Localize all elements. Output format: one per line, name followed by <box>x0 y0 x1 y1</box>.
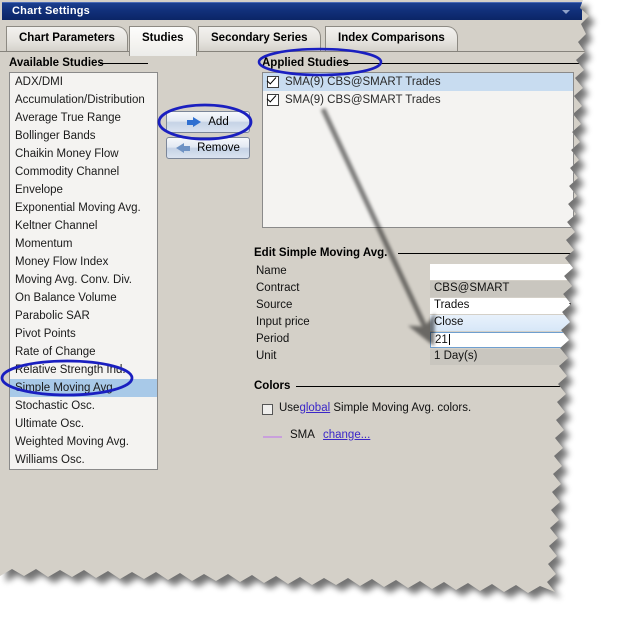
available-study-item[interactable]: Money Flow Index <box>10 253 157 271</box>
tab-bar: Chart Parameters Studies Secondary Serie… <box>0 22 590 52</box>
available-study-item[interactable]: Keltner Channel <box>10 217 157 235</box>
arrow-right-icon <box>187 117 201 128</box>
use-global-colors-checkbox[interactable] <box>262 404 273 415</box>
field-label-name: Name <box>256 265 287 277</box>
field-value-period[interactable]: 21 <box>430 332 582 348</box>
chevron-down-icon[interactable] <box>569 320 579 326</box>
window-title-bar: Chart Settings <box>2 2 582 20</box>
available-studies-label: Available Studies <box>9 57 104 69</box>
use-global-prefix: Use <box>279 402 300 414</box>
field-value-unit[interactable]: 1 Day(s) <box>430 349 582 365</box>
available-study-item[interactable]: Simple Moving Avg. <box>10 379 157 397</box>
available-study-item[interactable]: Relative Strength Ind. <box>10 361 157 379</box>
applied-study-item[interactable]: SMA(9) CBS@SMART Trades <box>263 73 573 91</box>
field-text: CBS@SMART <box>434 282 510 294</box>
applied-study-item[interactable]: SMA(9) CBS@SMART Trades <box>263 91 573 109</box>
applied-studies-rule <box>345 63 585 64</box>
available-study-item[interactable]: On Balance Volume <box>10 289 157 307</box>
add-button-label: Add <box>208 116 229 128</box>
available-study-item[interactable]: Envelope <box>10 181 157 199</box>
applied-studies-list[interactable]: SMA(9) CBS@SMART Trades SMA(9) CBS@SMART … <box>262 72 574 228</box>
available-study-item[interactable]: Momentum <box>10 235 157 253</box>
colors-label: Colors <box>254 380 291 392</box>
available-study-item[interactable]: Ultimate Osc. <box>10 415 157 433</box>
tab-strip-divider <box>0 51 588 52</box>
field-text: 21 <box>435 334 448 346</box>
field-label-input-price: Input price <box>256 316 310 328</box>
remove-button[interactable]: Remove <box>166 137 250 159</box>
field-label-contract: Contract <box>256 282 300 294</box>
use-global-colors-label: Useglobal Simple Moving Avg. colors. <box>279 402 471 414</box>
colors-rule <box>296 386 582 387</box>
edit-panel-label: Edit Simple Moving Avg. <box>254 247 388 259</box>
tab-chart-parameters[interactable]: Chart Parameters <box>6 26 128 52</box>
available-study-item[interactable]: Rate of Change <box>10 343 157 361</box>
field-label-source: Source <box>256 299 293 311</box>
available-study-item[interactable]: Stochastic Osc. <box>10 397 157 415</box>
applied-study-checkbox[interactable] <box>267 76 279 88</box>
available-study-item[interactable]: Chaikin Money Flow <box>10 145 157 163</box>
tab-studies[interactable]: Studies <box>129 26 197 56</box>
tab-secondary-series[interactable]: Secondary Series <box>198 26 321 52</box>
available-studies-rule <box>100 63 148 64</box>
tab-index-comparisons[interactable]: Index Comparisons <box>325 26 458 52</box>
available-study-item[interactable]: Commodity Channel <box>10 163 157 181</box>
field-label-period: Period <box>256 333 290 345</box>
field-value-name[interactable] <box>430 264 582 280</box>
field-label-unit: Unit <box>256 350 277 362</box>
applied-study-label: SMA(9) CBS@SMART Trades <box>285 76 441 88</box>
field-text: 1 Day(s) <box>434 350 478 362</box>
field-value-source[interactable]: Trades <box>430 298 582 314</box>
field-text: Close <box>434 316 464 328</box>
change-color-link[interactable]: change... <box>323 429 370 441</box>
dialog-surface: Chart Settings Chart Parameters Studies … <box>0 0 590 600</box>
available-study-item[interactable]: Williams Osc. <box>10 451 157 469</box>
torn-paper-page: Chart Settings Chart Parameters Studies … <box>0 0 628 622</box>
text-caret <box>449 334 450 345</box>
available-study-item[interactable]: Weighted Moving Avg. <box>10 433 157 451</box>
available-study-item[interactable]: Average True Range <box>10 109 157 127</box>
page-title: Chart Settings <box>12 5 90 17</box>
available-study-item[interactable]: Bollinger Bands <box>10 127 157 145</box>
available-study-item[interactable]: Pivot Points <box>10 325 157 343</box>
available-study-item[interactable]: ADX/DMI <box>10 73 157 91</box>
available-study-item[interactable]: Parabolic SAR <box>10 307 157 325</box>
field-value-contract[interactable]: CBS@SMART <box>430 281 582 297</box>
series-color-swatch <box>263 436 282 438</box>
use-global-suffix: Simple Moving Avg. colors. <box>330 402 472 414</box>
edit-panel-rule <box>398 253 582 254</box>
remove-button-label: Remove <box>197 142 240 154</box>
series-name-label: SMA <box>290 429 315 441</box>
applied-study-label: SMA(9) CBS@SMART Trades <box>285 94 441 106</box>
available-studies-list[interactable]: ADX/DMI Accumulation/Distribution Average … <box>9 72 158 470</box>
field-text: Trades <box>434 299 470 311</box>
applied-study-checkbox[interactable] <box>267 94 279 106</box>
chevron-down-icon[interactable] <box>569 303 579 309</box>
arrow-left-icon <box>176 143 190 154</box>
available-study-item[interactable]: Accumulation/Distribution <box>10 91 157 109</box>
available-study-item[interactable]: Exponential Moving Avg. <box>10 199 157 217</box>
applied-studies-label: Applied Studies <box>262 57 349 69</box>
global-link[interactable]: global <box>299 402 330 414</box>
chevron-down-icon[interactable] <box>562 10 570 14</box>
available-study-item[interactable]: Moving Avg. Conv. Div. <box>10 271 157 289</box>
add-button[interactable]: Add <box>166 111 250 133</box>
field-value-input-price[interactable]: Close <box>430 315 582 331</box>
